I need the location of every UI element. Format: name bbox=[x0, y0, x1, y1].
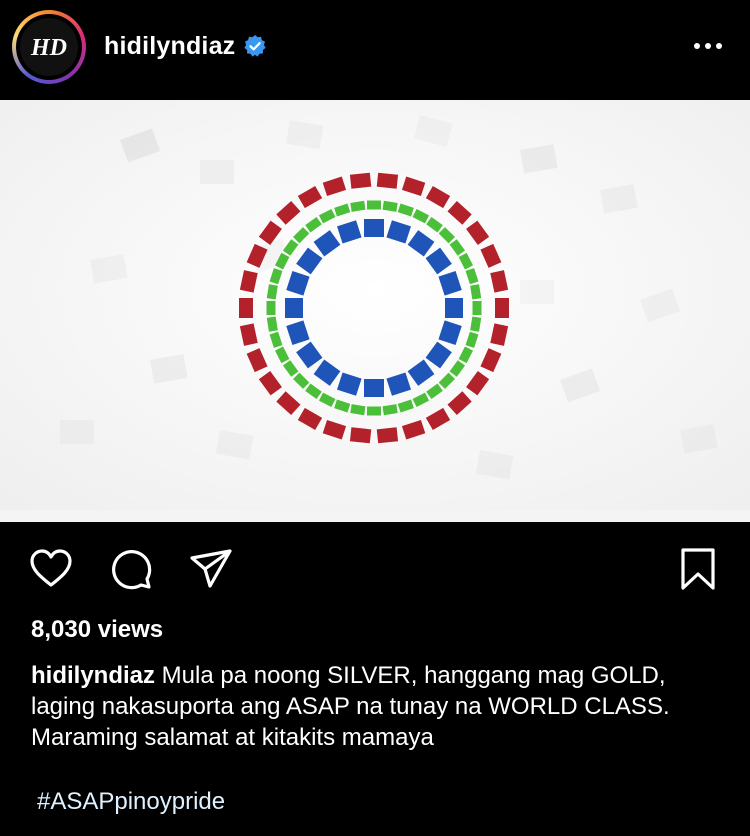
svg-text:HD: HD bbox=[30, 35, 67, 61]
action-bar bbox=[0, 540, 750, 600]
logo-green-segment bbox=[472, 301, 482, 315]
view-count[interactable]: 8,030 views bbox=[31, 616, 163, 644]
post-media[interactable] bbox=[0, 100, 750, 522]
logo-red-segment bbox=[495, 298, 509, 318]
more-options-icon[interactable] bbox=[692, 40, 724, 52]
share-icon[interactable] bbox=[188, 546, 234, 592]
caption: hidilyndiaz Mula pa noong SILVER, hangga… bbox=[31, 660, 721, 753]
username-row: hidilyndiaz bbox=[104, 30, 267, 62]
username[interactable]: hidilyndiaz bbox=[104, 32, 235, 61]
logo-red-segment bbox=[349, 172, 372, 189]
post-header: HD hidilyndiaz bbox=[0, 0, 750, 100]
logo-green-segment bbox=[367, 200, 381, 210]
logo-blue-segment bbox=[364, 219, 384, 237]
bookmark-icon[interactable] bbox=[675, 546, 721, 592]
logo-red-segment bbox=[376, 172, 399, 189]
background-tile bbox=[60, 420, 94, 444]
logo-green-segment bbox=[367, 406, 381, 416]
avatar[interactable]: HD bbox=[20, 18, 78, 76]
logo-green-segment bbox=[266, 301, 276, 315]
logo-blue-segment bbox=[445, 298, 463, 318]
logo-blue-segment bbox=[285, 298, 303, 318]
background-tile bbox=[200, 160, 234, 184]
hd-logo-icon: HD bbox=[30, 35, 67, 61]
logo-red-segment bbox=[239, 298, 253, 318]
heart-icon[interactable] bbox=[28, 546, 74, 592]
story-ring[interactable]: HD bbox=[12, 10, 86, 84]
caption-username[interactable]: hidilyndiaz bbox=[31, 662, 155, 689]
background-tile bbox=[520, 280, 554, 304]
logo-red-segment bbox=[349, 427, 372, 444]
abs-cbn-rings-logo bbox=[0, 100, 750, 522]
verified-badge-icon bbox=[244, 35, 266, 57]
logo-red-segment bbox=[376, 427, 399, 444]
hashtag-link[interactable]: #ASAPpinoypride bbox=[37, 788, 225, 816]
comment-icon[interactable] bbox=[108, 546, 154, 592]
logo-blue-segment bbox=[364, 379, 384, 397]
